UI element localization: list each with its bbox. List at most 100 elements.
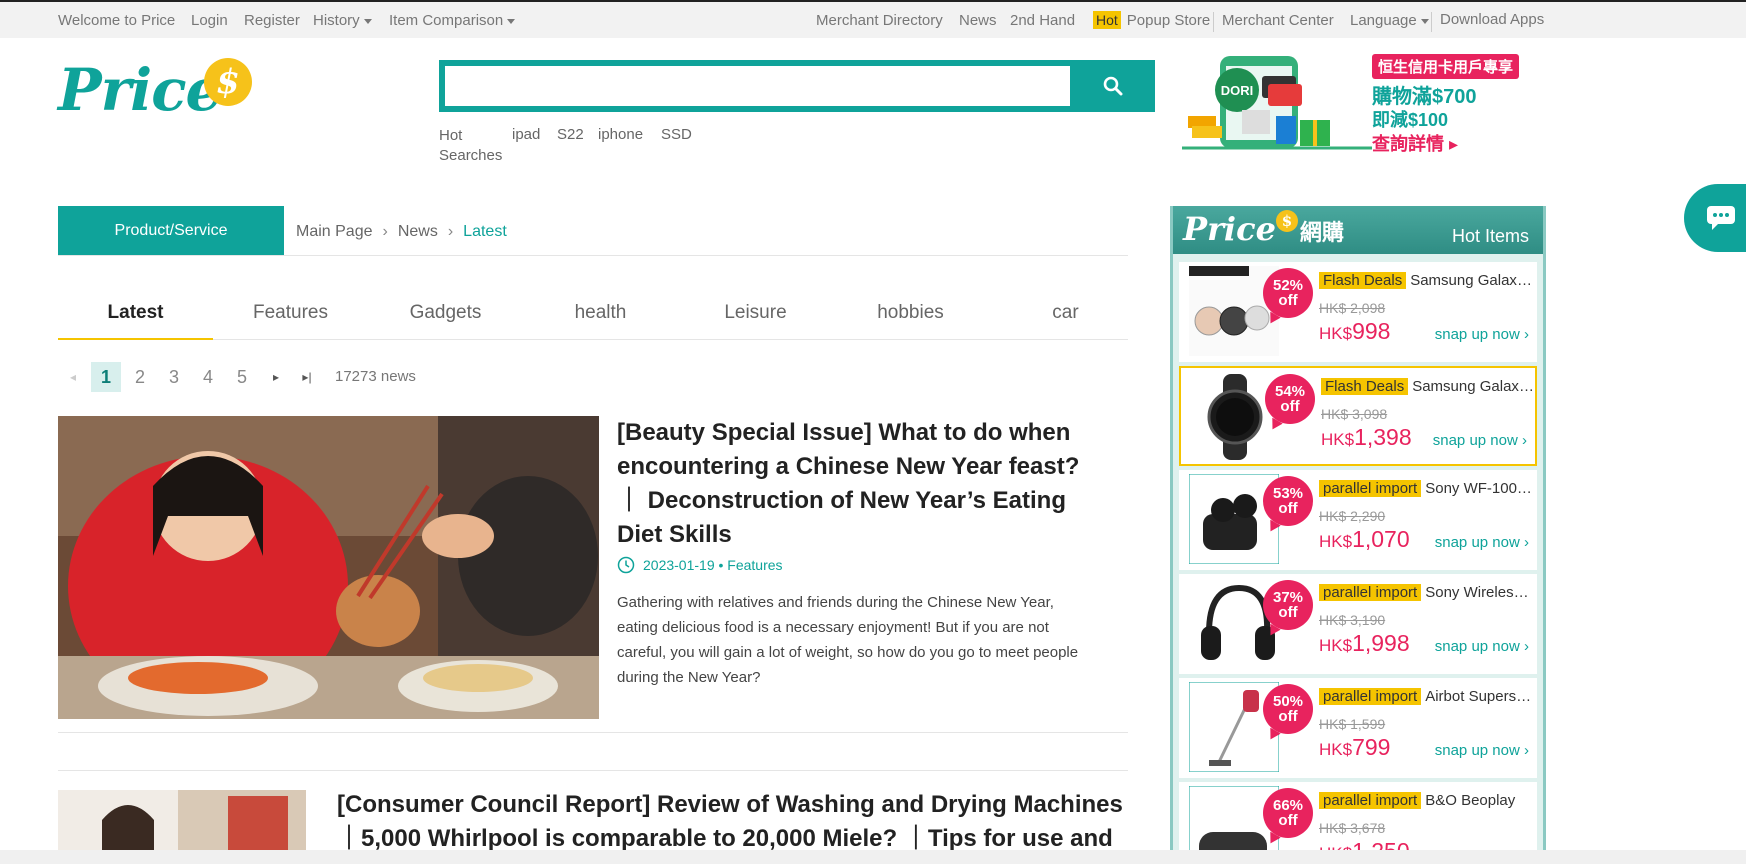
product-name: Flash DealsSamsung Galaxy Watch4 bbox=[1319, 272, 1533, 289]
snap-up-label: snap up now bbox=[1434, 638, 1520, 655]
product-service-button[interactable]: Product/Service bbox=[58, 206, 284, 256]
product-card[interactable]: 50%off parallel importAirbot Supersonics… bbox=[1179, 678, 1537, 778]
product-title: Sony Wireless Headphones bbox=[1425, 584, 1533, 601]
tab-latest[interactable]: Latest bbox=[58, 286, 213, 340]
chat-icon bbox=[1707, 206, 1735, 230]
price-value: 998 bbox=[1352, 318, 1391, 344]
original-price: HK$ 3,190 bbox=[1319, 612, 1386, 628]
breadcrumb-news[interactable]: News bbox=[398, 223, 438, 240]
snap-up-link[interactable]: snap up now › bbox=[1435, 742, 1529, 759]
download-apps-link[interactable]: Download Apps bbox=[1440, 11, 1544, 28]
news-count: 17273 news bbox=[335, 368, 416, 385]
snap-up-label: snap up now bbox=[1434, 742, 1520, 759]
promo-banner[interactable]: DORI 恒生信用卡用戶專享 購物滿$700 即減$100 查詢詳情 ▸ bbox=[1182, 54, 1520, 154]
sidebar-header: Price $ 網購 Hot Items bbox=[1173, 206, 1543, 254]
tab-features[interactable]: Features bbox=[213, 286, 368, 340]
register-link[interactable]: Register bbox=[244, 12, 300, 29]
deal-badge: Flash Deals bbox=[1319, 272, 1407, 289]
snap-up-label: snap up now bbox=[1434, 534, 1520, 551]
original-price: HK$ 3,678 bbox=[1319, 820, 1386, 836]
discount-badge: 52% off bbox=[1263, 268, 1313, 318]
search-bar bbox=[439, 60, 1155, 112]
discount-off: off bbox=[1278, 812, 1298, 829]
language-menu[interactable]: Language bbox=[1350, 12, 1429, 29]
product-title: B&O Beoplay bbox=[1425, 792, 1516, 809]
divider bbox=[58, 255, 1128, 256]
merchant-center-link[interactable]: Merchant Center bbox=[1222, 12, 1334, 29]
last-page-icon[interactable]: ▸| bbox=[292, 362, 322, 392]
divider bbox=[58, 732, 1128, 733]
hot-search-keyword[interactable]: SSD bbox=[661, 126, 692, 143]
original-price: HK$ 3,098 bbox=[1321, 406, 1388, 422]
sale-price: HK$1,398 bbox=[1321, 424, 1412, 451]
page-number[interactable]: 2 bbox=[125, 362, 155, 392]
deal-badge: parallel import bbox=[1319, 688, 1422, 705]
history-label: History bbox=[313, 12, 360, 29]
next-page-icon[interactable]: ▸ bbox=[261, 362, 291, 392]
merchant-directory-link[interactable]: Merchant Directory bbox=[816, 12, 943, 29]
divider bbox=[58, 770, 1128, 771]
language-label: Language bbox=[1350, 12, 1417, 29]
price-value: 1,398 bbox=[1354, 424, 1412, 450]
product-card[interactable]: 37%off parallel importSony Wireless Head… bbox=[1179, 574, 1537, 674]
second-hand-link[interactable]: 2nd Hand bbox=[1010, 12, 1075, 29]
deal-badge: Flash Deals bbox=[1321, 378, 1409, 395]
page-number[interactable]: 3 bbox=[159, 362, 189, 392]
snap-up-label: snap up now bbox=[1434, 326, 1520, 343]
hot-search-keyword[interactable]: ipad bbox=[512, 126, 540, 143]
article-title[interactable]: [Beauty Special Issue] What to do when e… bbox=[617, 416, 1097, 552]
page-number[interactable]: 1 bbox=[91, 362, 121, 392]
deal-badge: parallel import bbox=[1319, 480, 1422, 497]
product-card[interactable]: 53%off parallel importSony WF-1000XM4 HK… bbox=[1179, 470, 1537, 570]
product-card[interactable]: 52%off Flash DealsSamsung Galaxy Watch4 … bbox=[1179, 262, 1537, 362]
product-name: Flash DealsSamsung Galaxy Watch4 Classic bbox=[1321, 378, 1535, 395]
site-logo[interactable]: Price $ bbox=[58, 56, 258, 136]
tab-car[interactable]: car bbox=[988, 286, 1143, 340]
chevron-right-icon: › bbox=[1522, 432, 1527, 449]
clock-icon bbox=[617, 556, 635, 574]
snap-up-link[interactable]: snap up now › bbox=[1435, 638, 1529, 655]
popup-store-link[interactable]: Hot Popup Store bbox=[1093, 11, 1210, 29]
promo-line-2: 即減$100 bbox=[1372, 110, 1449, 130]
chat-button[interactable] bbox=[1684, 184, 1746, 252]
product-card[interactable]: 54%off Flash DealsSamsung Galaxy Watch4 … bbox=[1179, 366, 1537, 466]
tab-leisure[interactable]: Leisure bbox=[678, 286, 833, 340]
article-image[interactable] bbox=[58, 416, 599, 719]
hot-items-title: Hot Items bbox=[1451, 226, 1529, 246]
search-input[interactable] bbox=[445, 66, 1070, 106]
snap-up-link[interactable]: snap up now › bbox=[1433, 432, 1527, 449]
discount-badge: 66% off bbox=[1263, 788, 1313, 838]
product-title: Samsung Galaxy Watch4 Classic bbox=[1412, 378, 1535, 395]
tab-gadgets[interactable]: Gadgets bbox=[368, 286, 523, 340]
news-link[interactable]: News bbox=[959, 12, 997, 29]
snap-up-link[interactable]: snap up now › bbox=[1435, 534, 1529, 551]
chevron-right-icon: › bbox=[1524, 742, 1529, 759]
discount-off: off bbox=[1278, 500, 1298, 517]
price-value: 1,070 bbox=[1352, 526, 1410, 552]
hot-search-keyword[interactable]: iphone bbox=[598, 126, 643, 143]
horizontal-scrollbar[interactable] bbox=[0, 850, 1746, 864]
hot-search-keyword[interactable]: S22 bbox=[557, 126, 584, 143]
snap-up-link[interactable]: snap up now › bbox=[1435, 326, 1529, 343]
product-title: Airbot Supersonics bbox=[1425, 688, 1533, 705]
product-name: parallel importSony WF-1000XM4 bbox=[1319, 480, 1533, 497]
tab-hobbies[interactable]: hobbies bbox=[833, 286, 988, 340]
top-bar: Welcome to Price Login Register History … bbox=[0, 0, 1746, 38]
tab-health[interactable]: health bbox=[523, 286, 678, 340]
chevron-right-icon: › bbox=[1524, 534, 1529, 551]
discount-off: off bbox=[1280, 398, 1300, 415]
login-link[interactable]: Login bbox=[191, 12, 228, 29]
history-menu[interactable]: History bbox=[313, 12, 372, 29]
sale-price: HK$998 bbox=[1319, 318, 1390, 345]
page-number[interactable]: 4 bbox=[193, 362, 223, 392]
divider bbox=[1431, 12, 1432, 32]
breadcrumb-main-page[interactable]: Main Page bbox=[296, 223, 373, 240]
article-description: Gathering with relatives and friends dur… bbox=[617, 594, 1079, 686]
search-button[interactable] bbox=[1070, 60, 1155, 112]
prev-page-icon[interactable]: ◂ bbox=[58, 362, 88, 392]
item-comparison-label: Item Comparison bbox=[389, 12, 504, 29]
item-comparison-menu[interactable]: Item Comparison bbox=[389, 12, 516, 29]
chevron-down-icon bbox=[1420, 18, 1429, 24]
page-number[interactable]: 5 bbox=[227, 362, 257, 392]
currency: HK$ bbox=[1321, 430, 1355, 449]
